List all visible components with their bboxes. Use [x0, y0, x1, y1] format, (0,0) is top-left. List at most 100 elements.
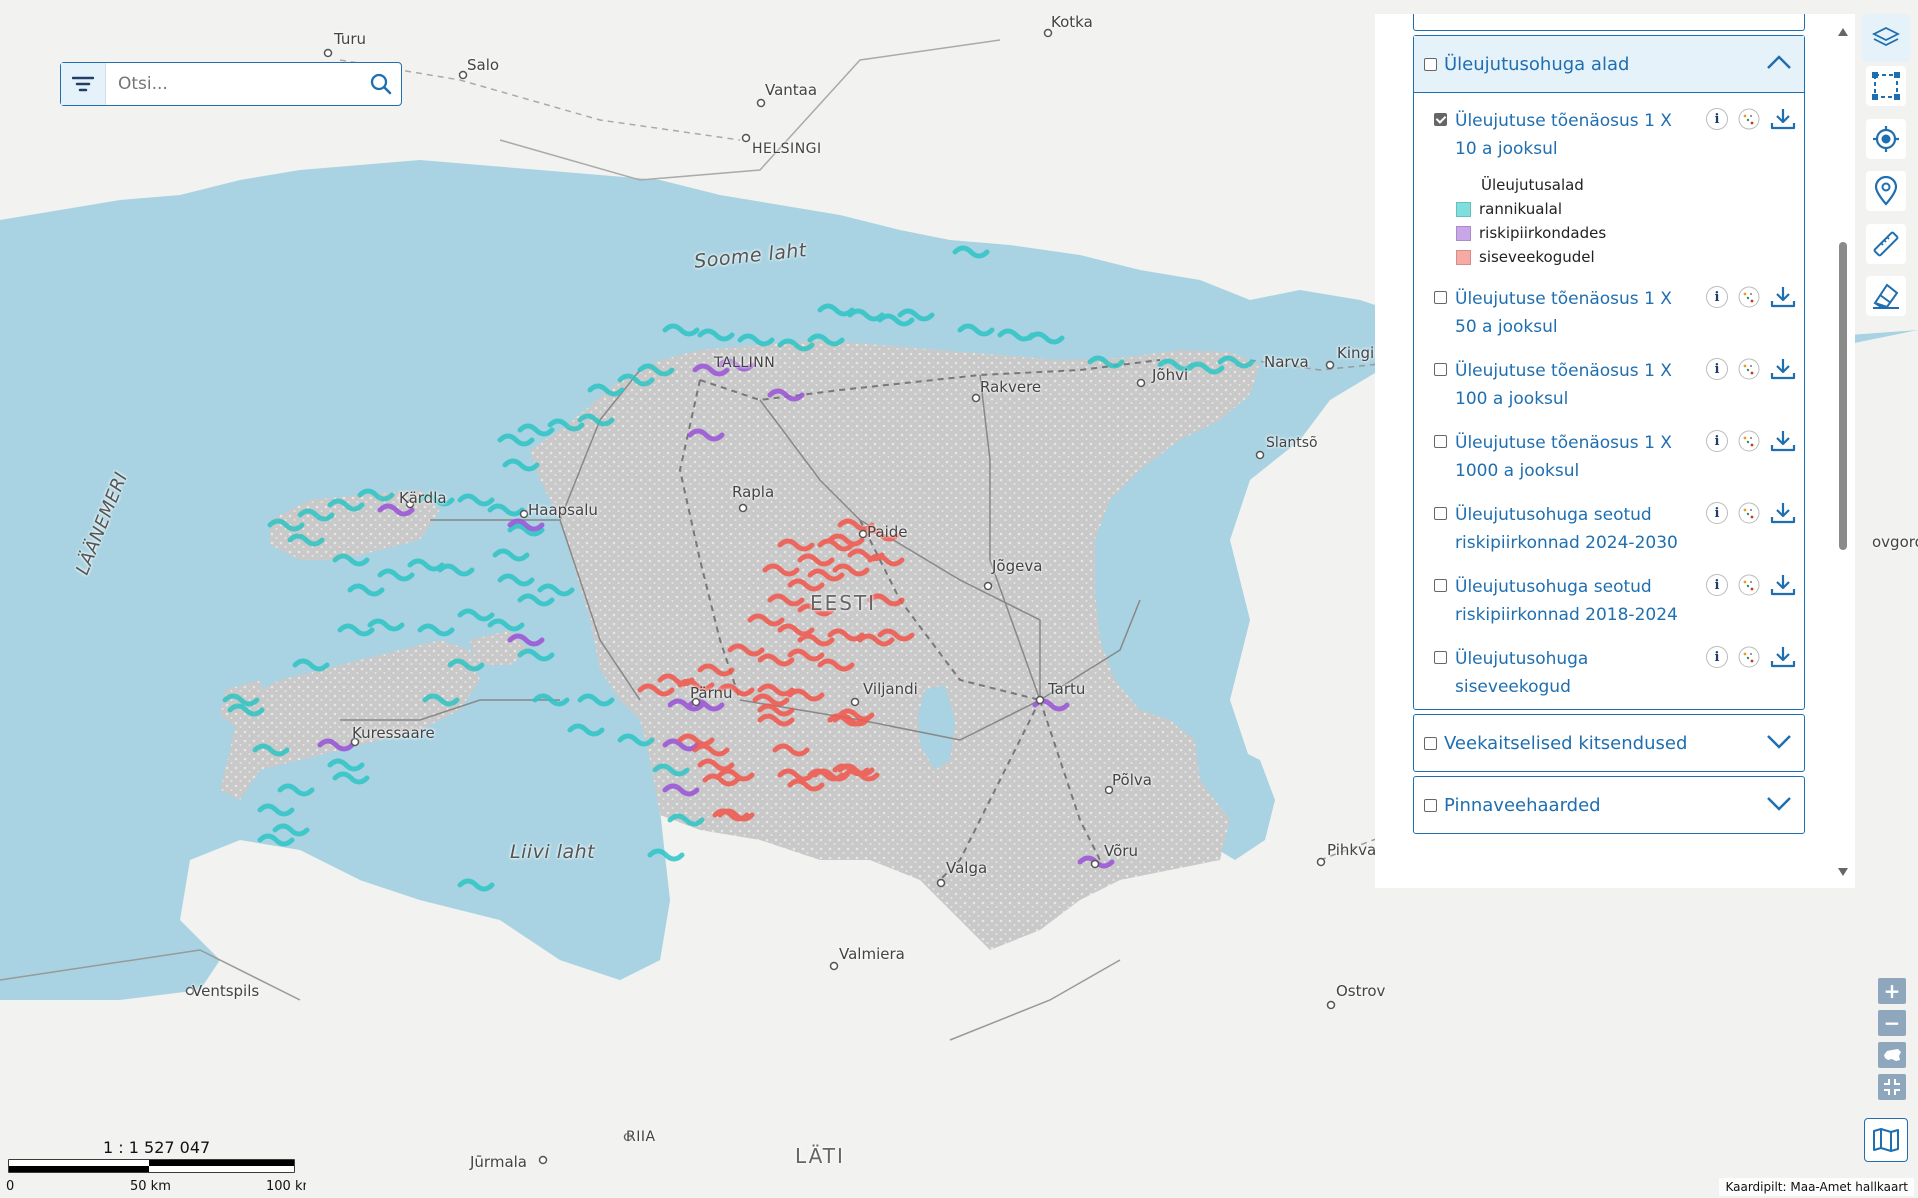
legend-label: siseveekogudel — [1479, 248, 1595, 266]
layer-item-risk-2018[interactable]: Üleujutusohuga seotud riskipiirkonnad 20… — [1414, 565, 1804, 637]
download-icon[interactable] — [1770, 285, 1796, 309]
layer-checkbox[interactable] — [1434, 363, 1447, 376]
download-icon[interactable] — [1770, 429, 1796, 453]
download-icon[interactable] — [1770, 573, 1796, 597]
locate-button[interactable] — [1866, 119, 1906, 159]
layer-group-flood-header[interactable]: Üleujutusohuga alad — [1414, 36, 1804, 93]
info-icon[interactable]: i — [1706, 502, 1728, 524]
map-label-kardla: Kärdla — [399, 489, 447, 507]
layer-checkbox[interactable] — [1434, 579, 1447, 592]
scroll-up-arrow[interactable] — [1838, 28, 1848, 36]
map-label-valmiera: Valmiera — [839, 945, 905, 963]
opacity-icon[interactable] — [1738, 430, 1760, 452]
info-icon[interactable]: i — [1706, 574, 1728, 596]
scroll-down-arrow[interactable] — [1838, 868, 1848, 876]
filter-icon — [72, 76, 94, 92]
measure-button[interactable] — [1866, 224, 1906, 264]
eraser-icon — [1873, 283, 1899, 309]
opacity-icon[interactable] — [1738, 358, 1760, 380]
layer-item-10a[interactable]: Üleujutuse tõenäosus 1 X 10 a jooksul i … — [1414, 93, 1804, 277]
map-label-tartu: Tartu — [1048, 680, 1086, 698]
legend-swatch — [1456, 201, 1471, 217]
map-label-salo: Salo — [467, 56, 500, 74]
map-label-novgorod: ovgorod — [1872, 533, 1918, 551]
panel-scrollbar[interactable] — [1837, 14, 1849, 888]
info-icon[interactable]: i — [1706, 358, 1728, 380]
info-icon[interactable]: i — [1706, 646, 1728, 668]
map-label-jurmala: Jūrmala — [470, 1153, 527, 1171]
layer-checkbox[interactable] — [1434, 507, 1447, 520]
layer-checkbox[interactable] — [1434, 651, 1447, 664]
opacity-icon[interactable] — [1738, 108, 1760, 130]
layer-group-checkbox[interactable] — [1424, 798, 1437, 812]
layer-group-label: Pinnaveehaarded — [1444, 794, 1601, 816]
info-icon[interactable]: i — [1706, 108, 1728, 130]
scale-tick-0: 0 — [6, 1179, 14, 1194]
marker-button[interactable] — [1866, 171, 1906, 211]
map-label-johvi: Jõhvi — [1152, 366, 1189, 384]
layer-label: Üleujutuse tõenäosus 1 X 1000 a jooksul — [1455, 433, 1672, 481]
info-icon[interactable]: i — [1706, 430, 1728, 452]
opacity-icon[interactable] — [1738, 286, 1760, 308]
map-label-rakvere: Rakvere — [980, 378, 1042, 396]
zoom-in-button[interactable]: + — [1878, 978, 1906, 1004]
opacity-icon[interactable] — [1738, 574, 1760, 596]
chevron-down-icon[interactable] — [1766, 795, 1792, 811]
layer-checkbox[interactable] — [1434, 113, 1447, 126]
layer-tools: i — [1706, 573, 1796, 597]
search-button[interactable] — [361, 73, 401, 95]
basemap-button[interactable] — [1864, 1118, 1908, 1162]
map-label-kuressaare: Kuressaare — [352, 724, 435, 742]
layer-label: Üleujutuse tõenäosus 1 X 100 a jooksul — [1455, 361, 1672, 409]
reset-view-button[interactable] — [1878, 1042, 1906, 1068]
download-icon[interactable] — [1770, 645, 1796, 669]
layer-group-prev — [1413, 14, 1805, 31]
layer-tools: i — [1706, 285, 1796, 309]
layer-item-1000a[interactable]: Üleujutuse tõenäosus 1 X 1000 a jooksul … — [1414, 421, 1804, 493]
layer-group-label: Veekaitselised kitsendused — [1444, 732, 1688, 754]
crosshair-icon — [1873, 126, 1899, 152]
map-label-ventspils: Ventspils — [192, 982, 260, 1000]
chevron-up-icon[interactable] — [1766, 54, 1792, 70]
map-attribution: Kaardipilt: Maa-Amet hallkaart — [1719, 1178, 1914, 1196]
opacity-icon[interactable] — [1738, 502, 1760, 524]
fullscreen-button[interactable] — [1878, 1074, 1906, 1100]
layer-group-header[interactable]: Pinnaveehaarded — [1414, 777, 1804, 833]
opacity-icon[interactable] — [1738, 646, 1760, 668]
filter-button[interactable] — [61, 63, 106, 105]
layers-icon — [1871, 26, 1901, 47]
zoom-out-button[interactable]: − — [1878, 1010, 1906, 1036]
layer-item-100a[interactable]: Üleujutuse tõenäosus 1 X 100 a jooksul i — [1414, 349, 1804, 421]
layer-checkbox[interactable] — [1434, 435, 1447, 448]
layer-tools: i — [1706, 429, 1796, 453]
layer-group-checkbox[interactable] — [1424, 736, 1437, 750]
layer-tools: i — [1706, 357, 1796, 381]
map-label-tallinn: TALLINN — [714, 355, 776, 371]
layers-button[interactable] — [1862, 14, 1910, 62]
eraser-button[interactable] — [1866, 276, 1906, 316]
search-icon — [370, 73, 392, 95]
info-icon[interactable]: i — [1706, 286, 1728, 308]
select-area-icon — [1872, 72, 1900, 100]
layer-checkbox[interactable] — [1434, 291, 1447, 304]
legend-label: riskipiirkondades — [1479, 224, 1607, 242]
layer-group-header[interactable]: Veekaitselised kitsendused — [1414, 715, 1804, 771]
layer-item-50a[interactable]: Üleujutuse tõenäosus 1 X 50 a jooksul i — [1414, 277, 1804, 349]
map-label-parnu: Pärnu — [690, 684, 733, 702]
chevron-down-icon[interactable] — [1766, 733, 1792, 749]
select-area-button[interactable] — [1866, 66, 1906, 106]
layer-group-flood-checkbox[interactable] — [1424, 57, 1437, 71]
download-icon[interactable] — [1770, 501, 1796, 525]
download-icon[interactable] — [1770, 107, 1796, 131]
map-label-helsingi: HELSINGI — [752, 141, 822, 157]
map-label-jogeva: Jõgeva — [992, 557, 1043, 575]
layer-item-inland-waters[interactable]: Üleujutusohuga siseveekogud i — [1414, 637, 1804, 709]
layer-label: Üleujutusohuga seotud riskipiirkonnad 20… — [1455, 577, 1678, 625]
layer-label: Üleujutuse tõenäosus 1 X 50 a jooksul — [1455, 289, 1672, 337]
download-icon[interactable] — [1770, 357, 1796, 381]
map-label-valga: Valga — [946, 859, 988, 877]
scroll-thumb[interactable] — [1839, 242, 1847, 550]
search-input[interactable] — [106, 73, 361, 95]
layer-item-risk-2024[interactable]: Üleujutusohuga seotud riskipiirkonnad 20… — [1414, 493, 1804, 565]
map-label-narva: Narva — [1264, 353, 1309, 371]
